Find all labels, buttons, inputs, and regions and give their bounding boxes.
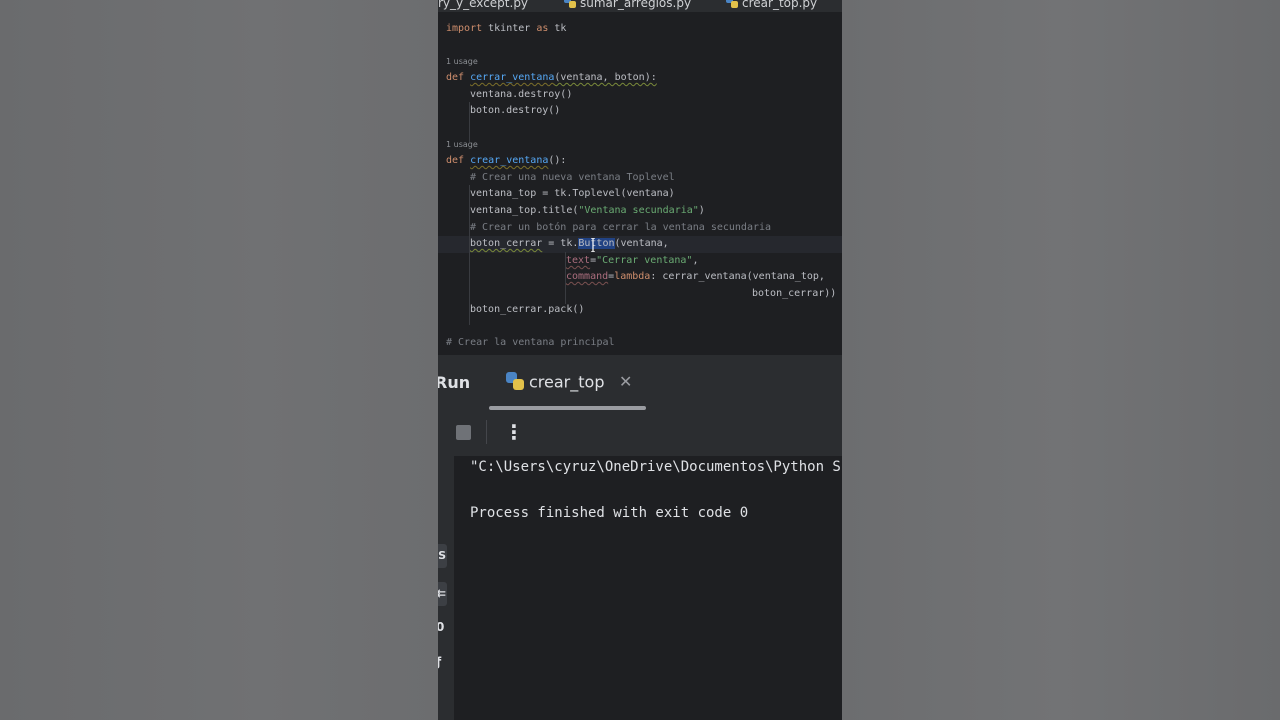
code-line: ventana_top = tk.Toplevel(ventana): [470, 188, 675, 199]
pin-icon[interactable]: ƒ: [438, 655, 441, 669]
stop-icon[interactable]: [456, 425, 471, 440]
rerun-icon[interactable]: S: [438, 544, 447, 568]
code-comment: # Crear una nueva ventana Toplevel: [470, 172, 675, 183]
run-tab-label: crear_top: [529, 372, 605, 392]
code-line: def crear_ventana():: [446, 155, 567, 166]
python-file-icon: [564, 0, 576, 12]
run-tool-window-header: Run crear_top ✕: [438, 355, 842, 410]
scroll-to-end-icon[interactable]: ⇇: [438, 582, 447, 606]
tab-label: sumar_arreglos.py: [580, 0, 692, 10]
tab-label: crear_top.py: [742, 0, 818, 10]
settings-icon[interactable]: 0: [438, 620, 444, 634]
ide-window: ry_y_except.py sumar_arreglos.py crear_t…: [438, 0, 842, 720]
video-pillarbox-left: [0, 0, 438, 720]
code-line: import tkinter as tk: [446, 23, 567, 34]
selected-text: Button: [578, 238, 615, 249]
code-line: ventana.destroy(): [470, 89, 573, 100]
toolbar-separator: [486, 420, 487, 444]
code-comment: # Crear la ventana principal: [446, 337, 615, 348]
tab-try-y-except[interactable]: ry_y_except.py: [438, 0, 528, 12]
tab-sumar-arreglos[interactable]: sumar_arreglos.py: [564, 0, 691, 12]
tab-label: ry_y_except.py: [438, 0, 529, 10]
code-line: command=lambda: cerrar_ventana(ventana_t…: [566, 271, 825, 282]
console-exit-message: Process finished with exit code 0: [470, 505, 749, 521]
python-file-icon: [506, 372, 524, 394]
console-output[interactable]: "C:\Users\cyruz\OneDrive\Documentos\Pyth…: [455, 456, 842, 720]
text-cursor-icon: [591, 238, 595, 252]
usage-hint[interactable]: 1 usage: [446, 140, 478, 149]
run-side-toolbar: S ⇇ 0 ƒ: [438, 410, 454, 720]
usage-hint[interactable]: 1 usage: [446, 57, 478, 66]
run-toolbar: ⋮: [438, 410, 842, 456]
code-comment: # Crear un botón para cerrar la ventana …: [470, 222, 772, 233]
editor-tab-bar: ry_y_except.py sumar_arreglos.py crear_t…: [438, 0, 842, 12]
code-line: boton_cerrar)): [752, 288, 837, 299]
code-line: text="Cerrar ventana",: [566, 255, 699, 266]
run-config-tab[interactable]: crear_top: [506, 372, 604, 394]
python-file-icon: [726, 0, 738, 12]
tab-crear-top[interactable]: crear_top.py: [726, 0, 817, 12]
console-command-line: "C:\Users\cyruz\OneDrive\Documentos\Pyth…: [470, 459, 842, 475]
run-panel-title: Run: [438, 373, 471, 392]
video-pillarbox-right: [842, 0, 1280, 720]
code-line: ventana_top.title("Ventana secundaria"): [470, 205, 705, 216]
code-line: boton_cerrar = tk.Button(ventana,: [470, 238, 669, 249]
code-line: boton_cerrar.pack(): [470, 304, 585, 315]
code-editor[interactable]: import tkinter as tk 1 usage def cerrar_…: [438, 12, 842, 355]
code-line: def cerrar_ventana(ventana, boton):: [446, 72, 657, 83]
close-icon[interactable]: ✕: [619, 372, 632, 391]
code-line: boton.destroy(): [470, 105, 561, 116]
more-options-icon[interactable]: ⋮: [504, 420, 524, 444]
